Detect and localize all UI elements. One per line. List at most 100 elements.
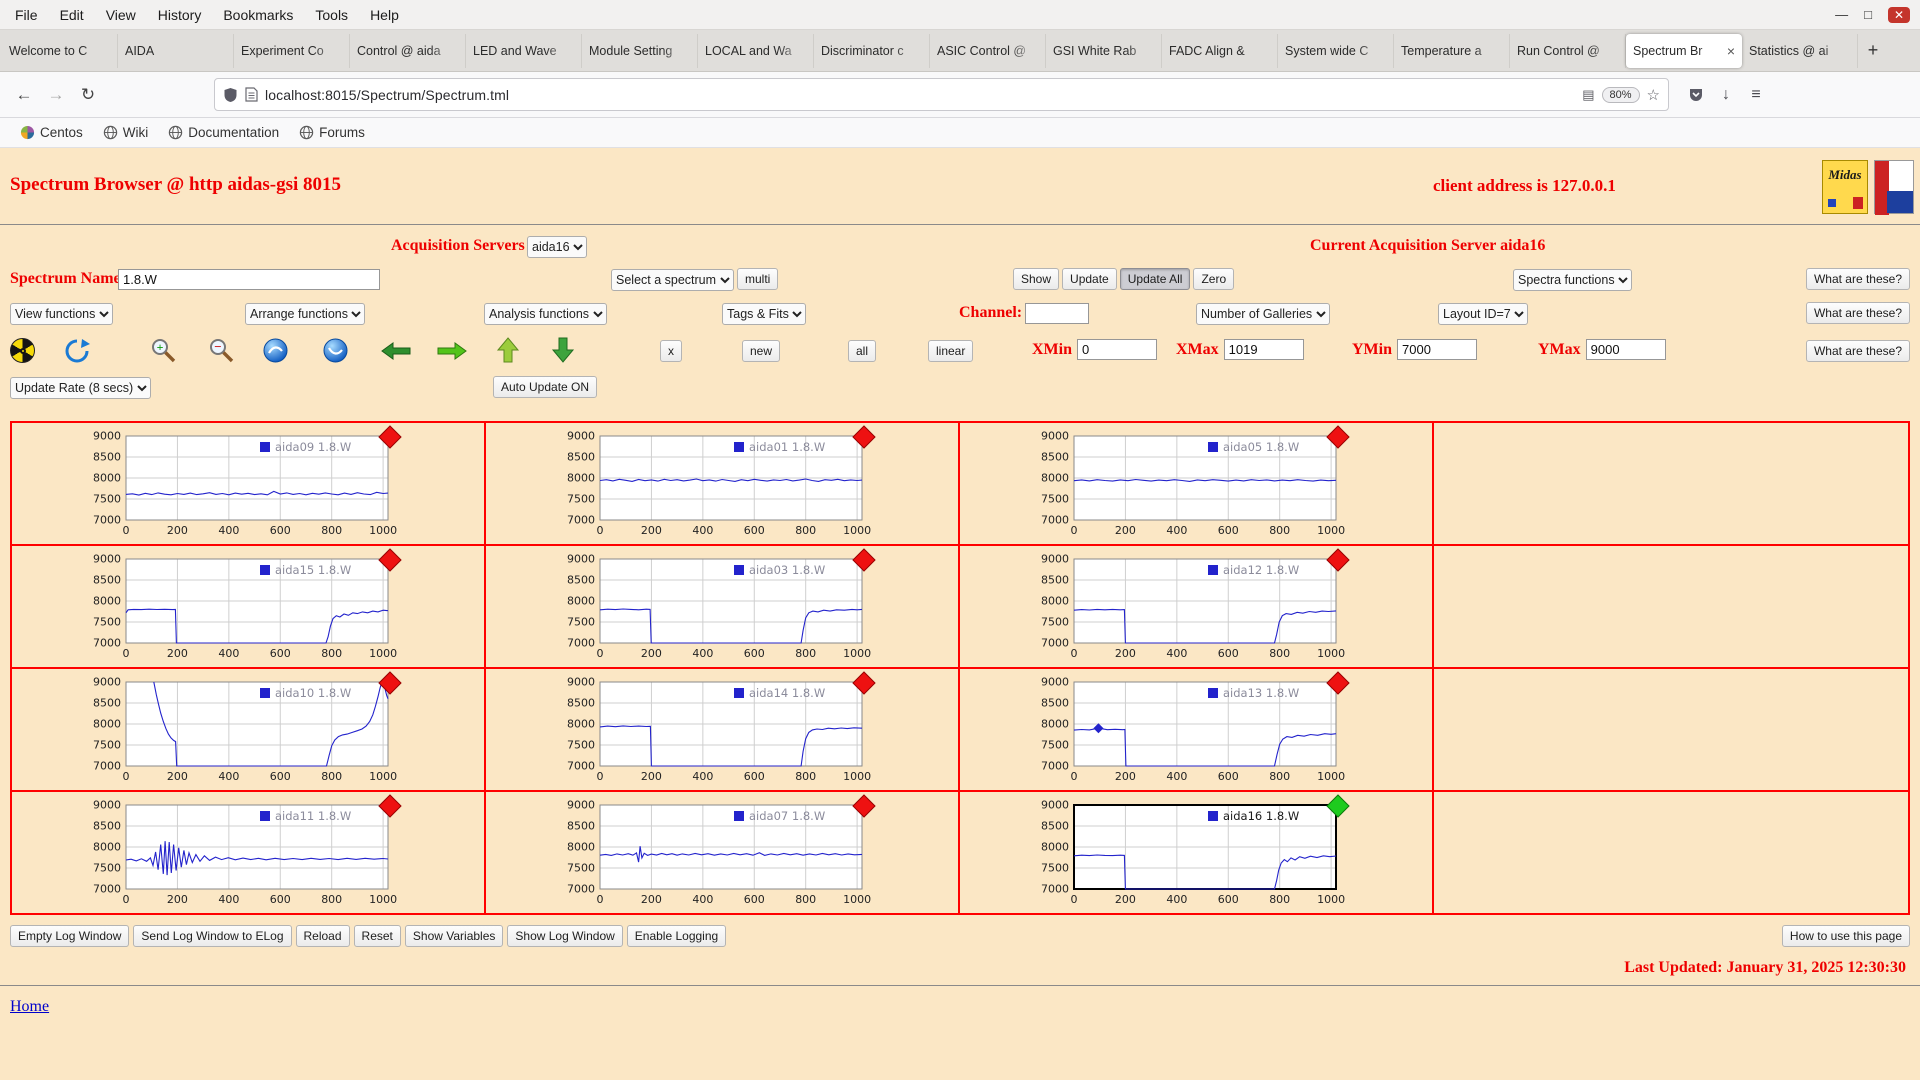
- back-button[interactable]: ←: [8, 79, 40, 111]
- what-are-these-button-1[interactable]: What are these?: [1805, 268, 1910, 290]
- spectrum-plot[interactable]: 7000 7500 8000 8500 9000 0 200 400 600 800 1000 aid…: [486, 423, 960, 542]
- update-rate-dropdown[interactable]: Update Rate (8 secs): [10, 377, 151, 399]
- spectrum-cell-aida11[interactable]: 7000 7500 8000 8500 9000 0 200 400 600 800 1000 aid…: [12, 792, 486, 913]
- how-to-use-button[interactable]: How to use this page: [1781, 925, 1910, 947]
- pocket-icon[interactable]: [1681, 80, 1711, 110]
- arrow-right-icon[interactable]: [436, 340, 468, 362]
- arrow-up-icon[interactable]: [496, 336, 520, 364]
- browser-tab[interactable]: Spectrum Br ×: [1626, 33, 1742, 68]
- maximize-button[interactable]: □: [1864, 8, 1872, 21]
- bookmark-centos[interactable]: Centos: [12, 123, 91, 142]
- tab-close-icon[interactable]: ×: [1723, 43, 1735, 59]
- browser-tab[interactable]: System wide C: [1278, 33, 1394, 68]
- midas-logo[interactable]: Midas: [1822, 160, 1868, 214]
- arrow-left-icon[interactable]: [380, 340, 412, 362]
- browser-tab[interactable]: Control @ aida: [350, 33, 466, 68]
- zoom-in-icon[interactable]: +: [150, 337, 177, 364]
- show-variables-button[interactable]: Show Variables: [404, 925, 504, 947]
- spectrum-name-input[interactable]: [118, 269, 380, 290]
- spectrum-plot[interactable]: 7000 7500 8000 8500 9000 0 200 400 600 800 1000 aid…: [960, 423, 1434, 542]
- radiation-icon[interactable]: [10, 338, 35, 363]
- channel-input[interactable]: [1025, 303, 1089, 324]
- spectrum-cell-aida14[interactable]: 7000 7500 8000 8500 9000 0 200 400 600 800 1000 aid…: [486, 669, 960, 790]
- spectrum-cell-aida12[interactable]: 7000 7500 8000 8500 9000 0 200 400 600 800 1000 aid…: [960, 546, 1434, 667]
- xmin-input[interactable]: [1077, 339, 1157, 360]
- spectrum-cell-aida13[interactable]: 7000 7500 8000 8500 9000 0 200 400 600 800 1000 aid…: [960, 669, 1434, 790]
- auto-update-button[interactable]: Auto Update ON: [493, 376, 598, 398]
- browser-tab[interactable]: Statistics @ ai: [1742, 33, 1858, 68]
- shield-icon[interactable]: [223, 87, 238, 103]
- url-text[interactable]: localhost:8015/Spectrum/Spectrum.tml: [265, 87, 1575, 103]
- blue-sphere-down-icon[interactable]: [322, 337, 349, 364]
- acquisition-server-select[interactable]: aida16: [527, 236, 587, 258]
- x-axis-button[interactable]: x: [660, 340, 682, 362]
- spectrum-plot[interactable]: 7000 7500 8000 8500 9000 0 200 400 600 800 1000 aid…: [960, 792, 1434, 911]
- menu-help[interactable]: Help: [359, 0, 410, 29]
- reload-button[interactable]: Reload: [295, 925, 350, 947]
- reader-mode-icon[interactable]: ▤: [1582, 87, 1594, 103]
- layout-id-dropdown[interactable]: Layout ID=7: [1438, 303, 1528, 325]
- app-menu-icon[interactable]: ≡: [1741, 80, 1771, 110]
- all-button[interactable]: all: [848, 340, 877, 362]
- spectrum-cell-aida10[interactable]: 7000 7500 8000 8500 9000 0 200 400 600 800 1000 aid…: [12, 669, 486, 790]
- spectrum-plot[interactable]: 7000 7500 8000 8500 9000 0 200 400 600 800 1000 aid…: [12, 669, 486, 788]
- reset-button[interactable]: Reset: [353, 925, 401, 947]
- facility-logo[interactable]: [1874, 160, 1914, 215]
- menu-tools[interactable]: Tools: [304, 0, 359, 29]
- downloads-icon[interactable]: ↓: [1711, 80, 1741, 110]
- update-all-button[interactable]: Update All: [1119, 268, 1191, 290]
- spectrum-cell-aida16[interactable]: 7000 7500 8000 8500 9000 0 200 400 600 800 1000 aid…: [960, 792, 1434, 913]
- browser-tab[interactable]: GSI White Rab: [1046, 33, 1162, 68]
- spectrum-cell-aida05[interactable]: 7000 7500 8000 8500 9000 0 200 400 600 800 1000 aid…: [960, 423, 1434, 544]
- empty-log-window-button[interactable]: Empty Log Window: [10, 925, 130, 947]
- enable-logging-button[interactable]: Enable Logging: [626, 925, 727, 947]
- arrow-down-icon[interactable]: [551, 336, 575, 364]
- bookmark-documentation[interactable]: Documentation: [160, 123, 287, 142]
- number-of-galleries-dropdown[interactable]: Number of Galleries: [1196, 303, 1330, 325]
- browser-tab[interactable]: LED and Wave: [466, 33, 582, 68]
- forward-button[interactable]: →: [40, 79, 72, 111]
- linear-button[interactable]: linear: [928, 340, 974, 362]
- refresh-icon[interactable]: [64, 338, 90, 364]
- analysis-functions-dropdown[interactable]: Analysis functions: [484, 303, 607, 325]
- menu-history[interactable]: History: [147, 0, 213, 29]
- browser-tab[interactable]: FADC Align &: [1162, 33, 1278, 68]
- zoom-level-badge[interactable]: 80%: [1601, 86, 1640, 103]
- show-button[interactable]: Show: [1013, 268, 1060, 290]
- minimize-button[interactable]: —: [1835, 8, 1848, 21]
- select-spectrum-dropdown[interactable]: Select a spectrum: [611, 269, 734, 291]
- spectrum-plot[interactable]: 7000 7500 8000 8500 9000 0 200 400 600 800 1000 aid…: [12, 792, 486, 911]
- spectrum-plot[interactable]: 7000 7500 8000 8500 9000 0 200 400 600 800 1000 aid…: [12, 546, 486, 665]
- send-log-window-to-elog-button[interactable]: Send Log Window to ELog: [133, 925, 292, 947]
- update-button[interactable]: Update: [1062, 268, 1117, 290]
- arrange-functions-dropdown[interactable]: Arrange functions: [245, 303, 365, 325]
- new-button[interactable]: new: [742, 340, 781, 362]
- spectrum-cell-aida07[interactable]: 7000 7500 8000 8500 9000 0 200 400 600 800 1000 aid…: [486, 792, 960, 913]
- xmax-input[interactable]: [1223, 339, 1304, 360]
- blue-sphere-up-icon[interactable]: [262, 337, 289, 364]
- bookmark-wiki[interactable]: Wiki: [95, 123, 157, 142]
- spectra-functions-dropdown[interactable]: Spectra functions: [1513, 269, 1632, 291]
- spectrum-cell-aida01[interactable]: 7000 7500 8000 8500 9000 0 200 400 600 800 1000 aid…: [486, 423, 960, 544]
- browser-tab[interactable]: ASIC Control @: [930, 33, 1046, 68]
- menu-view[interactable]: View: [95, 0, 147, 29]
- spectrum-plot[interactable]: 7000 7500 8000 8500 9000 0 200 400 600 800 1000 aid…: [486, 546, 960, 665]
- menu-bookmarks[interactable]: Bookmarks: [212, 0, 304, 29]
- page-info-icon[interactable]: [245, 87, 258, 102]
- ymax-input[interactable]: [1585, 339, 1666, 360]
- multi-button[interactable]: multi: [737, 268, 779, 290]
- ymin-input[interactable]: [1397, 339, 1477, 360]
- browser-tab[interactable]: LOCAL and Wa: [698, 33, 814, 68]
- spectrum-plot[interactable]: 7000 7500 8000 8500 9000 0 200 400 600 800 1000 aid…: [486, 792, 960, 911]
- browser-tab[interactable]: Run Control @: [1510, 33, 1626, 68]
- what-are-these-button-3[interactable]: What are these?: [1805, 340, 1910, 362]
- bookmark-star-icon[interactable]: ☆: [1647, 86, 1660, 104]
- browser-tab[interactable]: AIDA: [118, 33, 234, 68]
- close-button[interactable]: ✕: [1887, 6, 1910, 23]
- what-are-these-button-2[interactable]: What are these?: [1805, 302, 1910, 324]
- home-link[interactable]: Home: [10, 998, 49, 1016]
- spectrum-cell-aida15[interactable]: 7000 7500 8000 8500 9000 0 200 400 600 800 1000 aid…: [12, 546, 486, 667]
- show-log-window-button[interactable]: Show Log Window: [507, 925, 623, 947]
- tags-fits-dropdown[interactable]: Tags & Fits: [722, 303, 806, 325]
- menu-file[interactable]: File: [4, 0, 49, 29]
